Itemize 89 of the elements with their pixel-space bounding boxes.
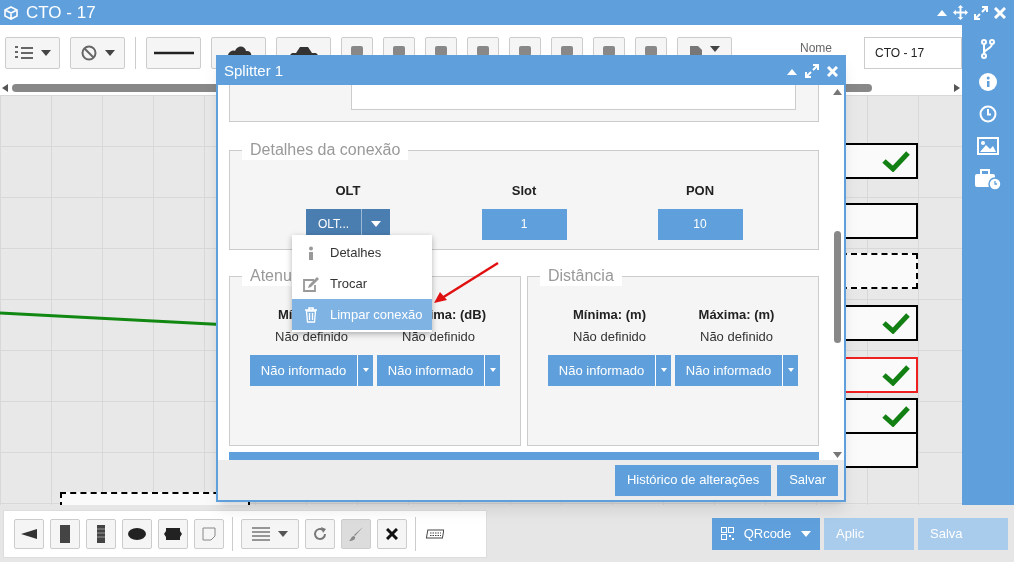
tool-button[interactable] (14, 518, 44, 549)
caret-icon (801, 530, 812, 537)
name-input-field[interactable]: CTO - 17 (864, 36, 962, 69)
check-icon (882, 312, 910, 334)
shape-icon (393, 45, 405, 56)
brush-icon (348, 525, 364, 542)
shape-icon (351, 45, 363, 56)
refresh-icon (312, 525, 328, 542)
check-icon (882, 150, 910, 172)
dropdown-button[interactable]: Não informado (377, 355, 500, 386)
check-icon (882, 364, 910, 386)
striped-rectangle-icon (97, 524, 105, 543)
scroll-down-icon[interactable] (832, 452, 842, 458)
check-icon (882, 405, 910, 427)
value-text: Não definido (700, 328, 773, 346)
wedge-icon (21, 528, 37, 539)
field-label: Slot (511, 182, 537, 200)
column-label: Máxima: (m) (698, 306, 775, 324)
collapse-icon[interactable] (787, 67, 797, 75)
value-text: Não definido (402, 328, 475, 346)
caret-icon (660, 368, 667, 373)
shape-icon (477, 45, 489, 56)
list-icon (252, 526, 270, 541)
toolbar-button[interactable] (146, 36, 201, 69)
field-label: PON (685, 182, 715, 200)
tool-button[interactable] (158, 518, 188, 549)
shape-icon (603, 45, 615, 56)
shape-icon (645, 45, 657, 56)
save-button[interactable]: Salvar (777, 464, 838, 496)
section-legend: Distância (540, 266, 622, 286)
field-label: OLT (335, 182, 361, 200)
caret-icon (787, 368, 794, 373)
scroll-right-icon[interactable] (954, 83, 960, 92)
column-label: Mí (277, 306, 293, 324)
cube-icon (4, 5, 18, 20)
expand-icon[interactable] (974, 5, 988, 20)
info-icon (306, 245, 316, 260)
scroll-left-icon[interactable] (2, 83, 8, 92)
line-icon (153, 50, 194, 55)
menu-item[interactable]: Detalhes (292, 237, 432, 268)
name-label: Nome (800, 40, 833, 57)
edit-icon (302, 275, 320, 292)
list-icon (14, 45, 33, 60)
scrollbar-thumb[interactable] (833, 231, 841, 343)
tool-button[interactable] (377, 518, 407, 549)
rectangle-icon (60, 524, 70, 543)
caret-icon (362, 368, 369, 373)
window-title: CTO - 17 (26, 1, 97, 24)
dropdown-button[interactable]: Não informado (548, 355, 671, 386)
caret-icon (489, 368, 496, 373)
value-button[interactable]: 10 (657, 208, 743, 240)
qrcode-button[interactable]: QRcode (712, 517, 820, 550)
caret-icon (104, 49, 115, 56)
caret-icon (40, 49, 51, 56)
value-text: Não definido (275, 328, 348, 346)
close-icon[interactable] (827, 65, 838, 77)
close-icon[interactable] (994, 6, 1006, 19)
image-icon[interactable] (977, 137, 999, 155)
close-icon (386, 527, 398, 540)
tool-button[interactable] (50, 518, 80, 549)
value-button[interactable]: 1 (481, 208, 567, 240)
trash-icon (304, 306, 318, 323)
menu-item[interactable]: Limpar conexão (292, 299, 432, 330)
shape-icon (435, 45, 447, 56)
shape-icon (519, 45, 531, 56)
expand-icon[interactable] (805, 64, 819, 78)
column-label: Mínima: (m) (573, 306, 646, 324)
dropdown-button[interactable]: Não informado (250, 355, 373, 386)
collapse-icon[interactable] (937, 8, 947, 17)
shape-icon (561, 45, 573, 56)
ellipse-icon (128, 527, 146, 540)
info-icon[interactable] (979, 73, 997, 91)
clock-icon[interactable] (979, 105, 997, 123)
caret-icon (278, 530, 288, 537)
branch-icon[interactable] (981, 39, 995, 59)
note-icon (202, 526, 216, 541)
value-text: Não definido (573, 328, 646, 346)
move-icon[interactable] (953, 5, 968, 20)
tool-button[interactable] (122, 518, 152, 549)
briefcase-clock-icon[interactable] (974, 169, 1002, 191)
caret-icon (371, 221, 381, 227)
section-legend: Detalhes da conexão (242, 140, 409, 160)
dialog-title: Splitter 1 (224, 60, 285, 81)
qr-code-icon (720, 527, 734, 540)
caret-icon (709, 45, 720, 52)
dropdown-button[interactable]: Não informado (675, 355, 798, 386)
history-button[interactable]: Histórico de alterações (614, 464, 772, 496)
tool-button[interactable] (86, 518, 116, 549)
prohibited-icon (80, 44, 97, 61)
